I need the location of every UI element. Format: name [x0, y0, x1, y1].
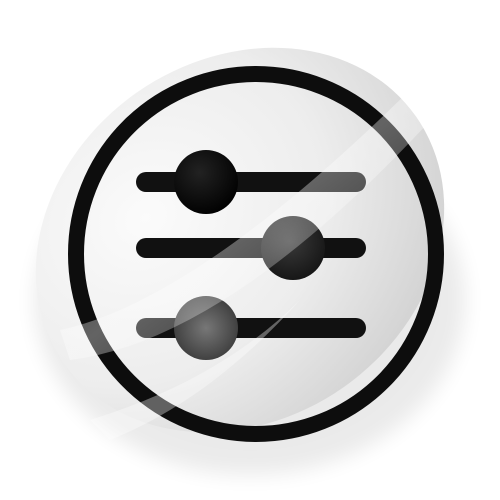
slider-top-knob[interactable] [174, 150, 238, 214]
sliders-settings-icon [35, 47, 465, 475]
sliders-icon-canvas [0, 0, 500, 500]
